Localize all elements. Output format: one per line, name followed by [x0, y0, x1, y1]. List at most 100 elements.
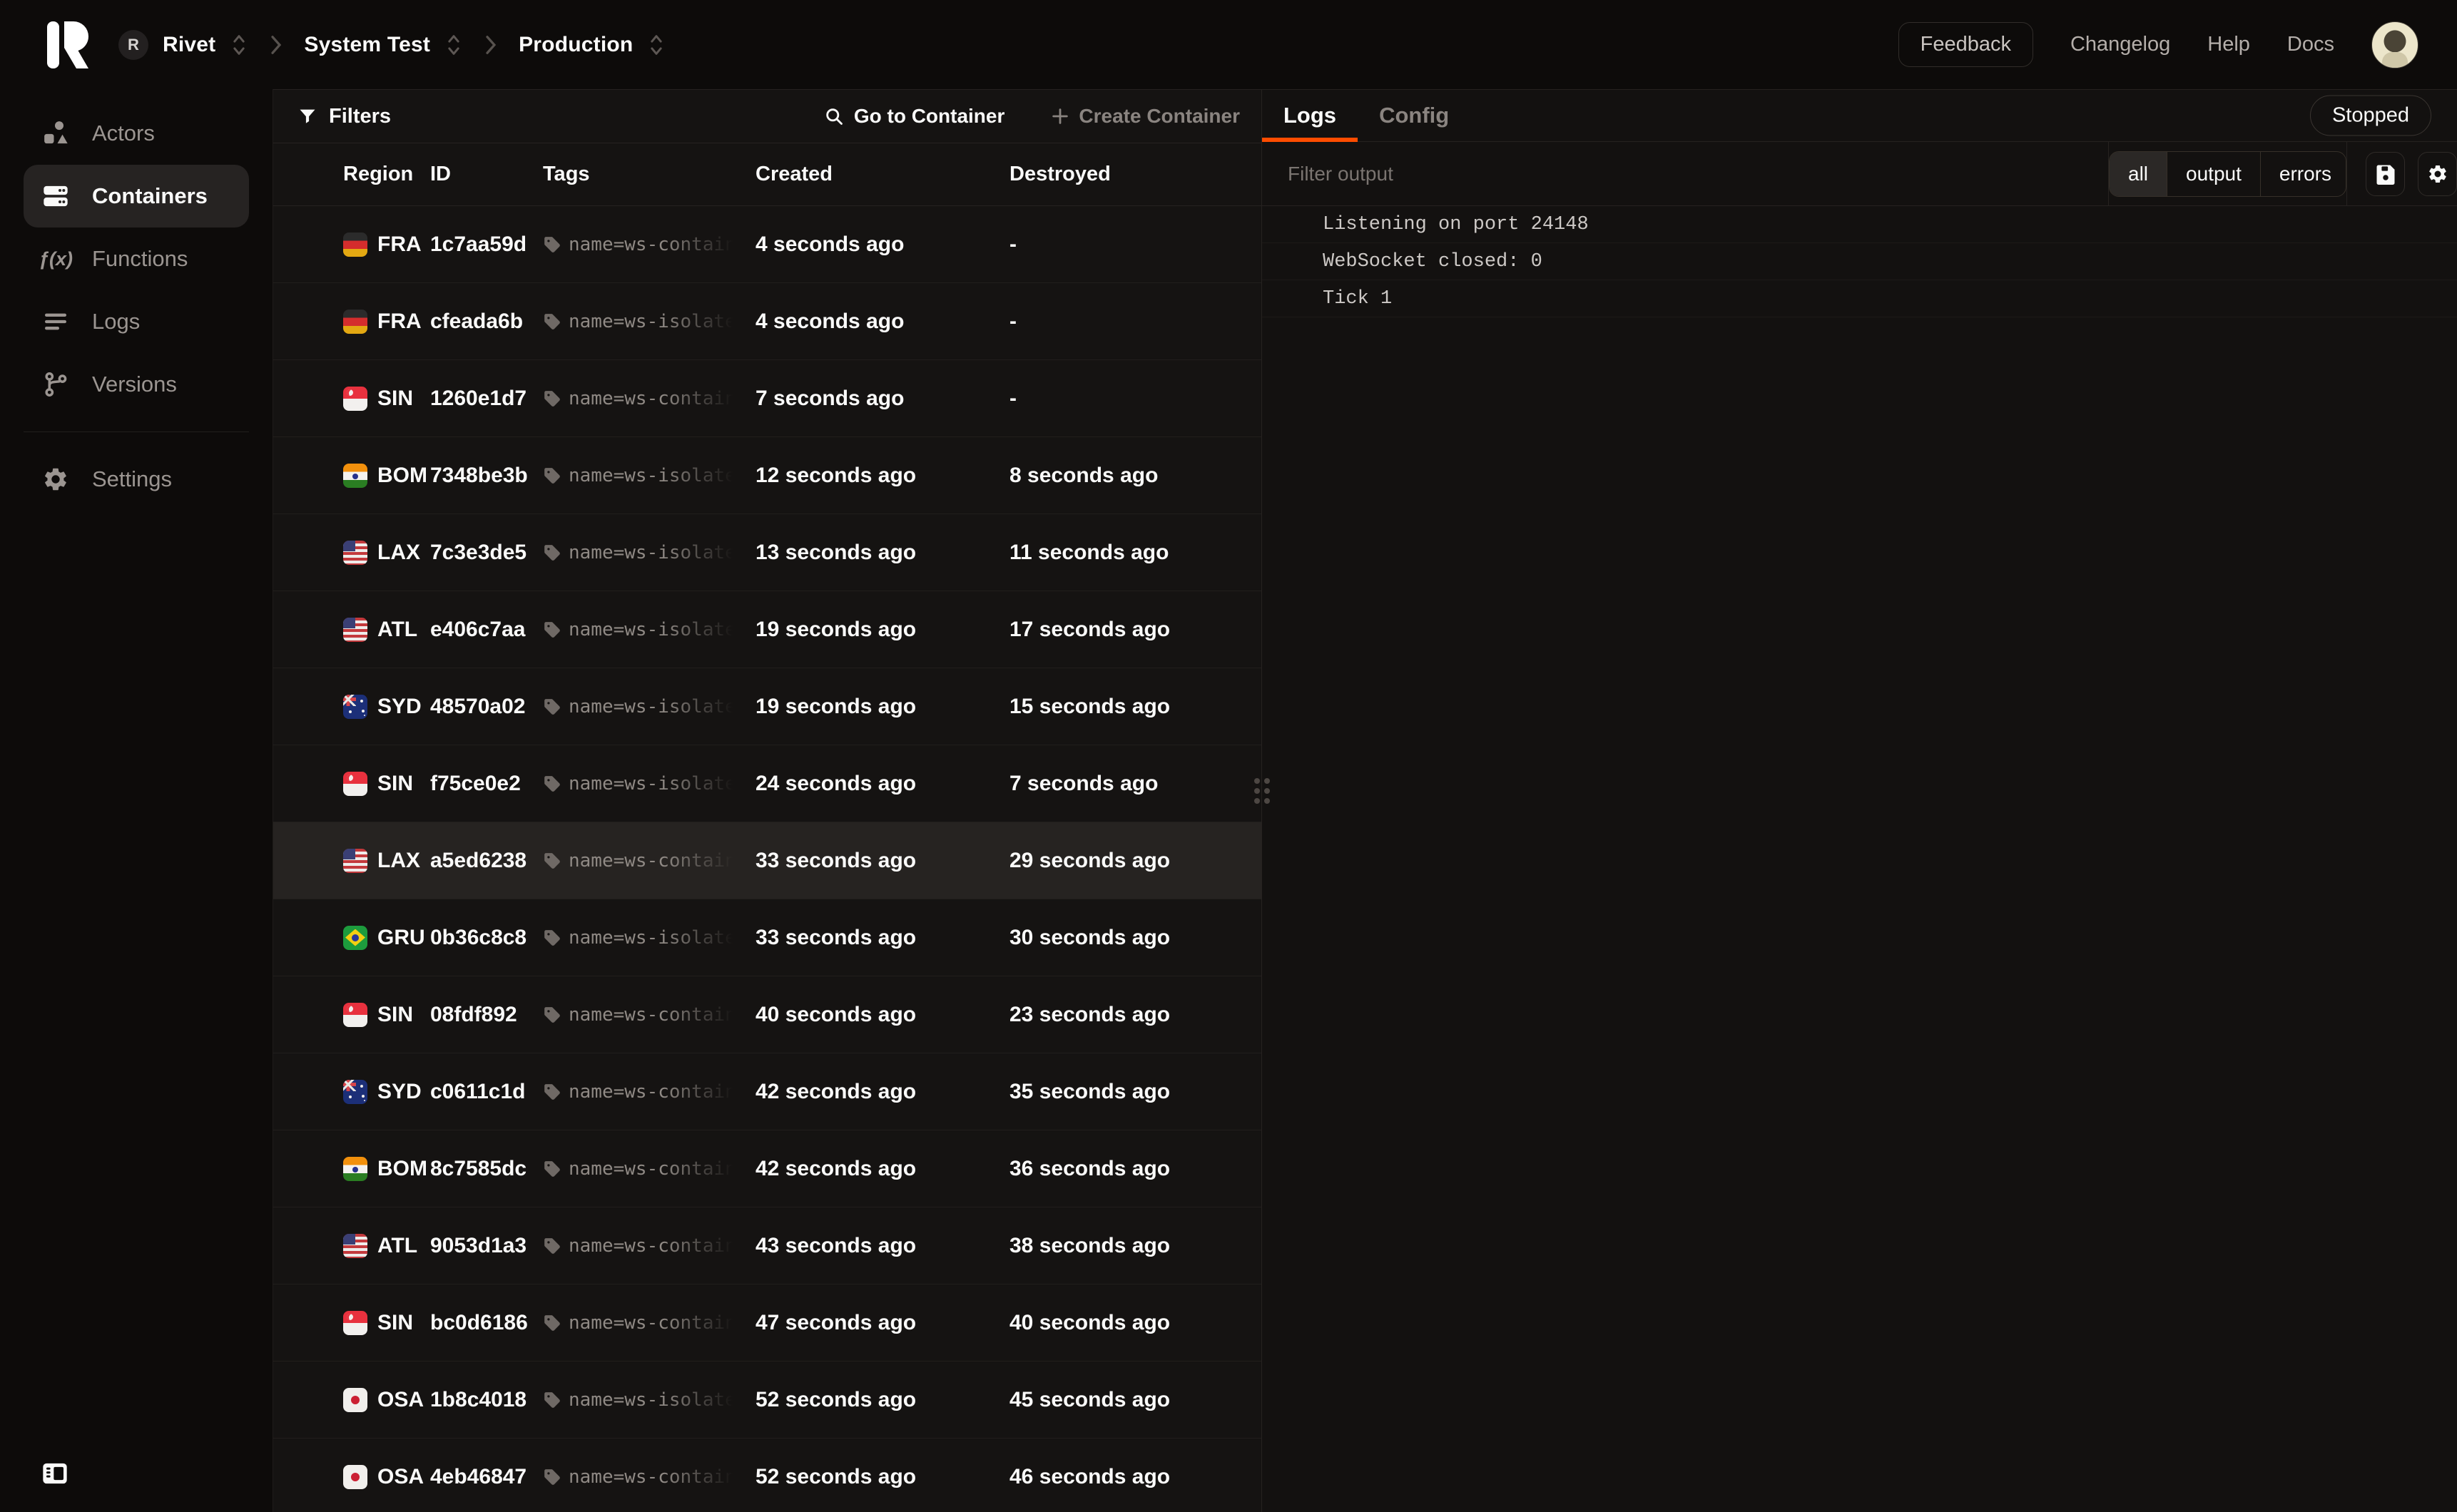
- sidebar-item-label: Functions: [92, 246, 188, 272]
- tab-logs[interactable]: Logs: [1262, 90, 1358, 141]
- tag-value: name=ws-isolate: [569, 696, 740, 717]
- rivet-logo[interactable]: [47, 21, 88, 68]
- tag-icon: [543, 1314, 561, 1332]
- table-row[interactable]: GRU 0b36c8c8 name=ws-isolate 33 seconds …: [273, 899, 1261, 976]
- table-row[interactable]: LAX a5ed6238 name=ws-container 33 second…: [273, 822, 1261, 899]
- container-id: cfeada6b: [430, 310, 543, 334]
- chevrons-up-down-icon[interactable]: [647, 34, 666, 56]
- sidebar-item-functions[interactable]: ƒ(x) Functions: [24, 228, 249, 290]
- user-avatar[interactable]: [2371, 21, 2418, 68]
- destroyed-time: 7 seconds ago: [1009, 772, 1247, 796]
- table-row[interactable]: SIN 08fdf892 name=ws-container 40 second…: [273, 976, 1261, 1053]
- sidebar-item-versions[interactable]: Versions: [24, 353, 249, 416]
- tags-cell: name=ws-container: [543, 1081, 756, 1103]
- gear-icon: [41, 464, 71, 494]
- table-row[interactable]: SIN 1260e1d7 name=ws-container 7 seconds…: [273, 360, 1261, 437]
- region-cell: FRA: [343, 233, 430, 257]
- region-cell: OSA: [343, 1388, 430, 1412]
- funnel-icon: [297, 106, 317, 126]
- lines-icon: [41, 307, 71, 337]
- region-code: GRU: [377, 926, 425, 950]
- tag-icon: [543, 775, 561, 793]
- container-id: 1260e1d7: [430, 387, 543, 411]
- function-icon: ƒ(x): [41, 244, 71, 274]
- chevrons-up-down-icon[interactable]: [444, 34, 463, 56]
- destroyed-time: 30 seconds ago: [1009, 926, 1247, 950]
- table-row[interactable]: SYD c0611c1d name=ws-container 42 second…: [273, 1053, 1261, 1130]
- table-row[interactable]: FRA cfeada6b name=ws-isolate 4 seconds a…: [273, 283, 1261, 360]
- container-id: e406c7aa: [430, 618, 543, 642]
- destroyed-time: 8 seconds ago: [1009, 464, 1247, 488]
- filter-output-input[interactable]: [1288, 163, 2087, 185]
- log-line-text: Listening on port 24148: [1323, 214, 1589, 235]
- sidebar-item-containers[interactable]: Containers: [24, 165, 249, 228]
- collapse-sidebar-icon[interactable]: [40, 1459, 70, 1488]
- table-row[interactable]: LAX 7c3e3de5 name=ws-isolate 13 seconds …: [273, 514, 1261, 591]
- region-flag-icon: [343, 772, 367, 796]
- docs-link[interactable]: Docs: [2287, 33, 2334, 56]
- create-container-label: Create Container: [1079, 105, 1240, 128]
- sidebar-item-label: Containers: [92, 183, 208, 209]
- feedback-button[interactable]: Feedback: [1898, 22, 2033, 67]
- region-flag-icon: [343, 695, 367, 719]
- filter-all-button[interactable]: all: [2110, 152, 2167, 196]
- log-level-segmented-control: all output errors: [2109, 151, 2346, 197]
- table-row[interactable]: ATL e406c7aa name=ws-isolate 19 seconds …: [273, 591, 1261, 668]
- go-to-container-button[interactable]: Go to Container: [824, 105, 1005, 128]
- region-flag-icon: [343, 1388, 367, 1412]
- table-row[interactable]: ATL 9053d1a3 name=ws-container 43 second…: [273, 1207, 1261, 1284]
- filters-label: Filters: [329, 105, 391, 128]
- region-flag-icon: [343, 926, 367, 950]
- sidebar-item-label: Settings: [92, 466, 172, 492]
- status-badge: Stopped: [2310, 96, 2431, 136]
- table-row[interactable]: BOM 8c7585dc name=ws-container 42 second…: [273, 1130, 1261, 1207]
- tags-cell: name=ws-isolate: [543, 927, 756, 949]
- table-row[interactable]: OSA 1b8c4018 name=ws-isolate 52 seconds …: [273, 1362, 1261, 1439]
- sidebar-item-label: Logs: [92, 309, 140, 334]
- sidebar-item-settings[interactable]: Settings: [24, 448, 249, 511]
- changelog-link[interactable]: Changelog: [2070, 33, 2170, 56]
- breadcrumb-project-label: System Test: [304, 33, 430, 57]
- gear-icon: [2427, 163, 2448, 185]
- table-row[interactable]: SIN bc0d6186 name=ws-container 47 second…: [273, 1284, 1261, 1362]
- table-row[interactable]: OSA 4eb46847 name=ws-container 52 second…: [273, 1439, 1261, 1512]
- resize-handle[interactable]: [1254, 778, 1270, 804]
- filters-button[interactable]: Filters: [297, 105, 391, 128]
- table-row[interactable]: SIN f75ce0e2 name=ws-isolate 24 seconds …: [273, 745, 1261, 822]
- container-id: 9053d1a3: [430, 1234, 543, 1258]
- breadcrumb-team[interactable]: R Rivet: [118, 30, 248, 60]
- table-row[interactable]: BOM 7348be3b name=ws-isolate 12 seconds …: [273, 437, 1261, 514]
- filter-output-button[interactable]: output: [2167, 152, 2260, 196]
- breadcrumb-environment[interactable]: Production: [519, 33, 666, 57]
- tag-icon: [543, 1391, 561, 1409]
- created-time: 42 seconds ago: [756, 1080, 1009, 1104]
- git-branch-icon: [41, 369, 71, 399]
- region-flag-icon: [343, 618, 367, 642]
- breadcrumb-project[interactable]: System Test: [304, 33, 463, 57]
- region-flag-icon: [343, 464, 367, 488]
- log-line: Tick 1: [1262, 280, 2457, 317]
- tags-cell: name=ws-container: [543, 850, 756, 872]
- go-to-container-label: Go to Container: [854, 105, 1005, 128]
- region-flag-icon: [343, 1080, 367, 1104]
- sidebar-item-logs[interactable]: Logs: [24, 290, 249, 353]
- region-cell: ATL: [343, 618, 430, 642]
- region-code: LAX: [377, 541, 420, 565]
- log-settings-button[interactable]: [2418, 152, 2457, 196]
- tags-cell: name=ws-container: [543, 1312, 756, 1334]
- tab-config[interactable]: Config: [1358, 90, 1470, 141]
- help-link[interactable]: Help: [2207, 33, 2250, 56]
- table-row[interactable]: SYD 48570a02 name=ws-isolate 19 seconds …: [273, 668, 1261, 745]
- chevrons-up-down-icon[interactable]: [230, 34, 248, 56]
- table-row[interactable]: FRA 1c7aa59d name=ws-container 4 seconds…: [273, 206, 1261, 283]
- sidebar-item-actors[interactable]: Actors: [24, 102, 249, 165]
- region-cell: SIN: [343, 1003, 430, 1027]
- destroyed-time: 23 seconds ago: [1009, 1003, 1247, 1027]
- destroyed-time: 36 seconds ago: [1009, 1157, 1247, 1181]
- filter-errors-button[interactable]: errors: [2260, 152, 2346, 196]
- create-container-button[interactable]: Create Container: [1050, 105, 1240, 128]
- chevron-right-icon: [267, 34, 285, 56]
- save-logs-button[interactable]: [2366, 152, 2405, 196]
- tag-value: name=ws-isolate: [569, 542, 740, 563]
- region-flag-icon: [343, 1157, 367, 1181]
